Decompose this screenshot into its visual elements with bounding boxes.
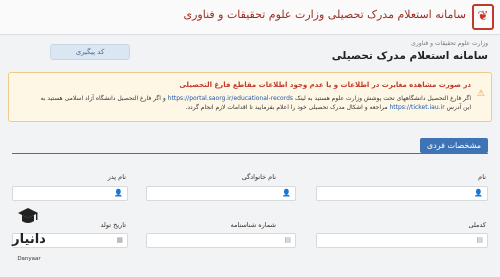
logo-subtitle: Danyaar: [17, 256, 41, 262]
id-number-input[interactable]: ▤: [146, 233, 296, 248]
iau-ticket-link[interactable]: https://ticket.iau.ir: [389, 104, 444, 111]
family-name-input[interactable]: 👤: [146, 186, 296, 201]
name-input[interactable]: 👤: [316, 186, 488, 201]
id-number-label: شماره شناسنامه: [230, 221, 276, 229]
user-icon: 👤: [282, 189, 291, 197]
page-title: سامانه استعلام مدرک تحصیلی: [331, 50, 488, 62]
alert-text-1: اگر فارغ التحصیل دانشگاههای تحت پوشش وزا…: [294, 95, 471, 102]
logo-name: دانیار: [12, 232, 46, 247]
emblem-icon: ❦: [472, 4, 494, 30]
section-tab-personal-info[interactable]: مشخصات فردی: [419, 138, 488, 153]
section-divider: [12, 153, 488, 154]
id-card-icon: ▤: [284, 236, 291, 244]
header: ❦ سامانه استعلام مدرک تحصیلی وزارت علوم …: [0, 0, 500, 35]
warning-alert: ⚠ در صورت مشاهده مغایرت در اطلاعات و یا …: [8, 72, 492, 122]
birth-date-label: تاریخ تولد: [100, 221, 126, 229]
alert-text-3: این آدرس: [446, 104, 471, 111]
saorg-link[interactable]: https://portal.saorg.ir/educational-reco…: [168, 95, 293, 102]
alert-heading: در صورت مشاهده مغایرت در اطلاعات و یا عد…: [179, 81, 471, 89]
alert-body: اگر فارغ التحصیل دانشگاههای تحت پوشش وزا…: [16, 94, 471, 112]
tracking-code-button[interactable]: کد پیگیری: [50, 44, 130, 60]
header-title: سامانه استعلام مدرک تحصیلی وزارت علوم تح…: [183, 8, 466, 21]
national-code-label: کدملی: [468, 221, 486, 229]
national-code-input[interactable]: ▤: [316, 233, 488, 248]
user-icon: 👤: [474, 189, 483, 197]
father-name-input[interactable]: 👤: [12, 186, 128, 201]
id-card-icon: ▤: [476, 236, 483, 244]
father-name-label: نام پدر: [107, 173, 126, 181]
calendar-icon: ▦: [116, 236, 123, 244]
breadcrumb: وزارت علوم تحقیقات و فناوری: [411, 40, 488, 47]
name-label: نام: [478, 173, 486, 181]
alert-text-2: و اگر فارغ التحصیل دانشگاه آزاد اسلامی ه…: [40, 95, 166, 102]
user-icon: 👤: [114, 189, 123, 197]
alert-text-4: مراجعه و اشکال مدرک تحصیلی خود را اعلام …: [185, 104, 388, 111]
warning-icon: ⚠: [476, 89, 485, 99]
family-name-label: نام خانوادگی: [241, 173, 276, 181]
danyaar-logo: دانیار Danyaar: [6, 204, 52, 274]
graduation-cap-icon: [18, 208, 38, 223]
